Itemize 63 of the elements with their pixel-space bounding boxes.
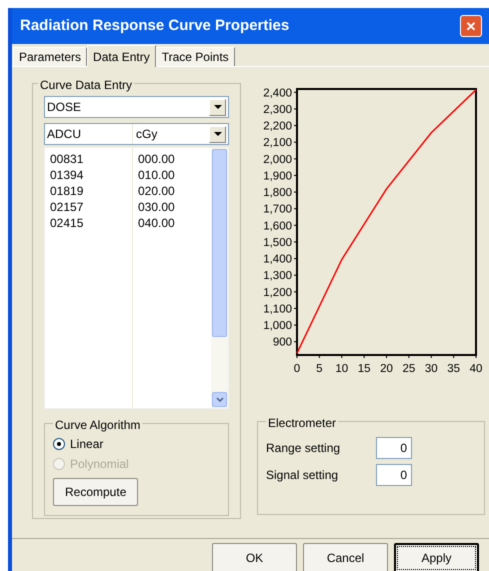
y-tick-label: 1,400: [263, 254, 292, 266]
dropdown-button[interactable]: [209, 126, 226, 142]
x-tick-label: 20: [380, 363, 393, 375]
x-tick-label: 40: [470, 363, 482, 375]
x-tick-label: 10: [335, 363, 348, 375]
x-tick-label: 35: [447, 363, 460, 375]
table-cell-text: 01819: [50, 183, 84, 199]
y-tick-label: 2,000: [263, 154, 292, 166]
x-tick-label: 0: [294, 363, 300, 375]
tab[interactable]: Data Entry: [87, 45, 156, 67]
y-tick-label: 1,000: [263, 320, 292, 332]
window-title: Radiation Response Curve Properties: [20, 16, 290, 36]
caret-icon: [214, 105, 222, 109]
radio-button[interactable]: [53, 438, 65, 450]
dialog-button[interactable]: Apply: [394, 543, 479, 571]
scrollbar[interactable]: [211, 148, 228, 408]
field-label: Range setting: [266, 440, 342, 456]
y-tick-label: 2,200: [263, 120, 292, 133]
table-cell-text: 020.00: [138, 183, 176, 199]
y-tick-label: 900: [272, 336, 292, 349]
table-cell-text: 000.00: [138, 151, 176, 167]
table-cell-text: 010.00: [138, 167, 176, 183]
x-tick-label: 5: [316, 363, 323, 375]
column-header: ADCU: [45, 124, 133, 144]
input-field[interactable]: 0: [376, 436, 412, 458]
table-cell-text: 02157: [50, 199, 84, 215]
scroll-down-button[interactable]: [212, 392, 227, 407]
x-tick-label: 15: [358, 363, 371, 375]
unit-dropdown[interactable]: cGy: [133, 125, 228, 143]
dropdown-button[interactable]: [209, 98, 226, 116]
scroll-thumb[interactable]: [212, 149, 227, 337]
caret-icon: [214, 132, 222, 136]
table-cell-text: 00831: [50, 151, 84, 167]
tab[interactable]: Trace Points: [156, 47, 235, 67]
y-tick-label: 1,100: [263, 303, 292, 316]
radio-label: Polynomial: [70, 456, 129, 473]
tab[interactable]: Parameters: [13, 47, 88, 67]
close-button[interactable]: ✕: [460, 15, 482, 37]
y-tick-label: 1,800: [263, 187, 292, 200]
y-tick-label: 1,900: [263, 170, 292, 182]
x-tick-label: 30: [424, 363, 438, 375]
y-tick-label: 2,400: [263, 87, 292, 100]
input-field[interactable]: 0: [376, 464, 412, 486]
table-cell-text: 040.00: [138, 215, 176, 231]
field-label: Signal setting: [266, 466, 340, 484]
table-cell-text: 01394: [50, 167, 84, 183]
y-tick-label: 1,600: [263, 220, 292, 232]
recompute-button[interactable]: Recompute: [53, 478, 138, 506]
table-cell-text: 02415: [50, 215, 84, 231]
y-tick-label: 2,300: [263, 104, 292, 116]
y-tick-label: 1,200: [263, 286, 292, 299]
y-tick-label: 1,500: [263, 236, 292, 249]
table-cell-text: 030.00: [138, 199, 176, 215]
radio-label: Linear: [70, 436, 104, 453]
dialog-button[interactable]: Cancel: [303, 543, 388, 571]
quantity-dropdown[interactable]: DOSE: [44, 96, 229, 118]
dropdown-value: DOSE: [47, 99, 82, 116]
y-tick-label: 1,300: [263, 270, 292, 282]
x-tick-label: 25: [402, 363, 416, 375]
chevron-down-icon: [216, 397, 224, 402]
y-tick-label: 2,100: [263, 137, 292, 150]
dialog-button[interactable]: OK: [212, 543, 297, 571]
y-tick-label: 1,700: [263, 204, 292, 216]
